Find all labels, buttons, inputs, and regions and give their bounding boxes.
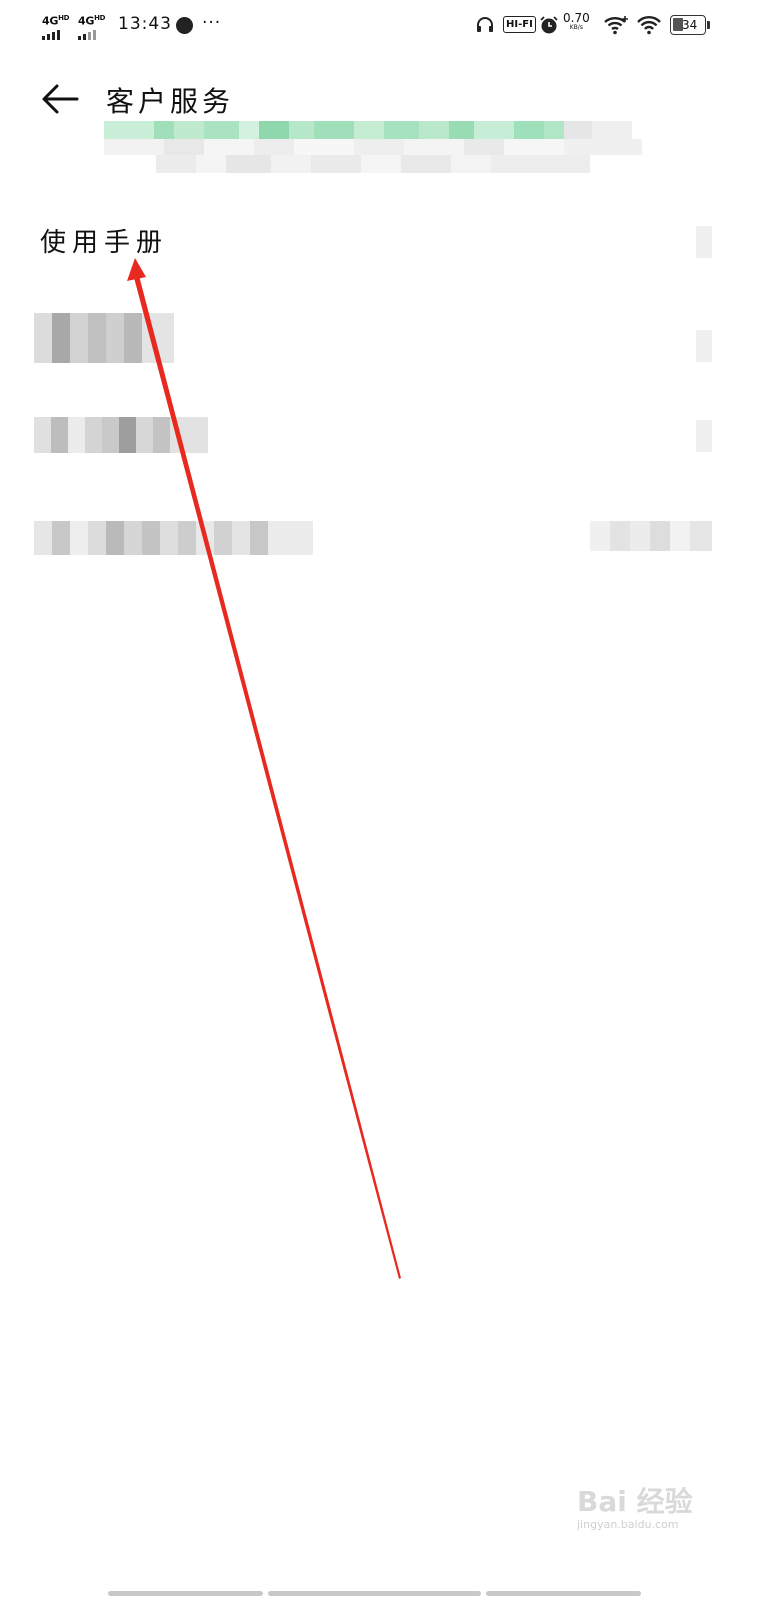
blurred-value-3 bbox=[590, 521, 712, 551]
clock: 13:43 bbox=[118, 14, 172, 34]
sim2-hd: HD bbox=[94, 14, 106, 22]
wifi-icon bbox=[637, 16, 661, 35]
sim1-hd: HD bbox=[58, 14, 70, 22]
network-speed: 0.70 KB/s bbox=[563, 12, 590, 32]
blurred-banner-row-2 bbox=[104, 139, 642, 155]
blurred-banner-row-3 bbox=[156, 155, 590, 173]
globe-icon bbox=[176, 17, 193, 34]
sim2-signal-icon bbox=[78, 29, 105, 40]
blurred-label-1 bbox=[34, 313, 174, 363]
battery-icon: 34 bbox=[670, 15, 710, 35]
blurred-label-2 bbox=[34, 417, 208, 453]
list-item-user-manual-chevron-icon bbox=[696, 226, 712, 258]
gesture-bar-left bbox=[108, 1591, 263, 1596]
list-item-user-manual-label: 使用手册 bbox=[40, 228, 169, 258]
back-arrow-icon[interactable] bbox=[40, 82, 80, 116]
sim2-network-type: 4G bbox=[78, 14, 95, 28]
page-title: 客户服务 bbox=[106, 85, 235, 118]
more-notifications-icon: ··· bbox=[202, 13, 222, 33]
sim2-signal: 4GHD bbox=[78, 14, 105, 40]
headphones-icon bbox=[477, 17, 493, 32]
hifi-badge: HI-FI bbox=[503, 16, 536, 33]
battery-level: 34 bbox=[682, 18, 698, 32]
list-item-blurred-1-chevron-icon bbox=[696, 330, 712, 362]
watermark: Bai 经验 jingyan.baidu.com bbox=[577, 1480, 693, 1531]
sim1-signal: 4GHD bbox=[42, 14, 69, 40]
watermark-logo: Bai 经验 bbox=[577, 1485, 693, 1518]
gesture-bar-right bbox=[486, 1591, 641, 1596]
status-bar: 4GHD 4GHD 13:43 ··· HI-FI 0.70 KB/s 34 bbox=[0, 0, 765, 56]
wifi-plus-icon bbox=[604, 16, 628, 35]
blurred-banner-row-1 bbox=[104, 121, 642, 139]
gesture-bar-center[interactable] bbox=[268, 1591, 481, 1596]
sim1-signal-icon bbox=[42, 29, 69, 40]
sim1-network-type: 4G bbox=[42, 14, 59, 28]
list-item-blurred-2-chevron-icon bbox=[696, 420, 712, 452]
blurred-label-3 bbox=[34, 521, 313, 555]
alarm-icon bbox=[540, 16, 558, 34]
network-speed-unit: KB/s bbox=[569, 24, 583, 31]
network-speed-value: 0.70 bbox=[563, 11, 590, 25]
watermark-url: jingyan.baidu.com bbox=[577, 1518, 679, 1531]
